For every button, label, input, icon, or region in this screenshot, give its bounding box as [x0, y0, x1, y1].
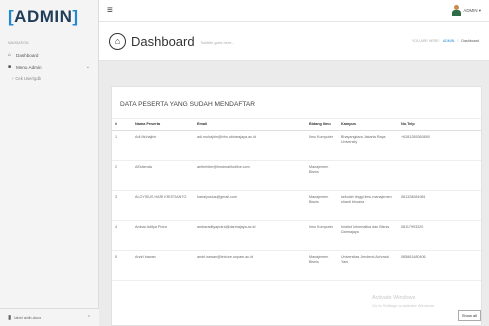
page-subtitle: Subtitle goes here... — [200, 41, 235, 45]
cell-phone — [398, 160, 481, 191]
breadcrumb: YOU ARE HERE: ADMIN / Dashboard — [412, 39, 479, 43]
col-header-name: Nama Peserta — [132, 119, 194, 131]
participants-panel: DATA PESERTA YANG SUDAH MENDAFTAR # Nama… — [111, 86, 482, 326]
breadcrumb-prefix: YOU ARE HERE: — [411, 39, 440, 43]
panel-title: DATA PESERTA YANG SUDAH MENDAFTAR — [112, 87, 481, 119]
cell-campus — [338, 160, 398, 191]
sidebar-item-menu-admin[interactable]: ■ Menu Admin ⌄ — [0, 61, 98, 73]
page-title: Dashboard — [131, 33, 195, 49]
cell-field: Ilmu Komputer — [306, 130, 338, 161]
brand-logo[interactable]: [ ADMIN ] — [0, 0, 98, 33]
table-row: 3 ALOYSIUS HARI KRISTIANTO harialyosius@… — [112, 190, 481, 221]
download-bar-item[interactable]: ▮ label a/db.docx ⌃ — [0, 308, 99, 326]
home-icon: ⌂ — [8, 52, 12, 58]
sidebar-item-label: Menu Admin — [16, 64, 42, 70]
breadcrumb-link-admin[interactable]: ADMIN — [443, 39, 455, 43]
table-row: 4 Ambar Aditya Putra ambaradityaputra@da… — [112, 220, 481, 251]
cell-phone: 08117993320 — [398, 220, 481, 251]
cell-phone: 085861480406 — [398, 250, 481, 281]
sidebar-item-label: Dashboard — [16, 52, 39, 58]
table-row: 1 Adi Muhajirin adi.muhajirin@bhn.ubhara… — [112, 130, 481, 161]
top-navbar: ≡ ADMIN ▾ — [99, 0, 489, 22]
cell-field: Manajemen Bisnis — [306, 250, 338, 281]
col-header-phone: No.Telp — [398, 119, 481, 131]
cell-email: harialyosius@gmail.com — [194, 190, 306, 221]
participants-table: # Nama Peserta Email Bidang Ilmu Kampus … — [112, 119, 481, 281]
cell-number: 4 — [112, 220, 132, 251]
sidebar: [ ADMIN ] NAVIGATION ⌂ Dashboard ■ Menu … — [0, 0, 99, 326]
cell-name: Adi Muhajirin — [132, 130, 194, 161]
brand-name: ADMIN — [14, 6, 73, 26]
chevron-down-icon: ⌄ — [85, 64, 90, 70]
user-menu-label: ADMIN ▾ — [463, 7, 481, 13]
user-menu[interactable]: ADMIN ▾ — [452, 5, 481, 16]
col-header-campus: Kampus — [338, 119, 398, 131]
activate-windows-watermark: Activate Windows Go to Settings to activ… — [372, 295, 435, 309]
sidebar-subitem-cek-user[interactable]: › Cek User/gdb — [0, 73, 98, 83]
brand-close-bracket: ] — [72, 6, 79, 26]
file-icon: ▮ — [8, 315, 12, 321]
breadcrumb-current: Dashboard — [461, 39, 479, 43]
cell-field: Manajemen Bisnis — [306, 190, 338, 221]
table-row: 5 Andri Irawan andri.irawan@lecture.unpa… — [112, 250, 481, 281]
chevron-up-icon[interactable]: ⌃ — [87, 315, 91, 321]
cell-phone: +6281285360890 — [398, 130, 481, 161]
cell-number: 1 — [112, 130, 132, 161]
cell-campus: Universitas Jenderal Achmad Yani — [338, 250, 398, 281]
cell-field: Ilmu Komputer — [306, 220, 338, 251]
page-header: ⌂ Dashboard Subtitle goes here... YOU AR… — [99, 22, 489, 61]
col-header-field: Bidang Ilmu — [306, 119, 338, 131]
table-header-row: # Nama Peserta Email Bidang Ilmu Kampus … — [112, 119, 481, 131]
cell-campus: Bhayangkara Jakarta Raya University — [338, 130, 398, 161]
cell-email: aethehiter@hestmailhotline.com — [194, 160, 306, 191]
cell-number: 5 — [112, 250, 132, 281]
cell-email: andri.irawan@lecture.unpam.ac.id — [194, 250, 306, 281]
home-icon: ⌂ — [109, 32, 126, 50]
menu-toggle-icon[interactable]: ≡ — [107, 5, 113, 16]
cell-number: 2 — [112, 160, 132, 191]
cell-name: Ambar Aditya Putra — [132, 220, 194, 251]
cell-campus: Institut Informatika dan Bisnis Darmajay… — [338, 220, 398, 251]
cell-campus: sekolah tinggi ilmu manajemen shanti bhu… — [338, 190, 398, 221]
nav-header: NAVIGATION — [8, 41, 29, 45]
breadcrumb-separator: / — [457, 39, 459, 43]
cell-email: adi.muhajirin@bhn.ubharajaya.ac.id — [194, 130, 306, 161]
cell-phone: 081328084981 — [398, 190, 481, 221]
sidebar-item-dashboard[interactable]: ⌂ Dashboard — [0, 49, 98, 61]
bullet-icon: › — [12, 75, 14, 81]
cell-email: ambaradityaputra@darmajaya.ac.id — [194, 220, 306, 251]
table-row: 2 AEstienda aethehiter@hestmailhotline.c… — [112, 160, 481, 191]
user-avatar-icon — [452, 5, 462, 16]
cell-field: Manajemen Bisnis — [306, 160, 338, 191]
cell-name: Andri Irawan — [132, 250, 194, 281]
download-file-label: label a/db.docx — [14, 315, 42, 320]
cell-name: ALOYSIUS HARI KRISTIANTO — [132, 190, 194, 221]
col-header-number: # — [112, 119, 132, 131]
show-all-button[interactable]: Show all — [457, 310, 481, 321]
cell-number: 3 — [112, 190, 132, 221]
col-header-email: Email — [194, 119, 306, 131]
cell-name: AEstienda — [132, 160, 194, 191]
watermark-subtitle: Go to Settings to activate Windows. — [372, 303, 436, 308]
sidebar-item-label: Cek User/gdb — [15, 75, 42, 81]
watermark-title: Activate Windows — [372, 295, 416, 301]
book-icon: ■ — [8, 64, 12, 70]
